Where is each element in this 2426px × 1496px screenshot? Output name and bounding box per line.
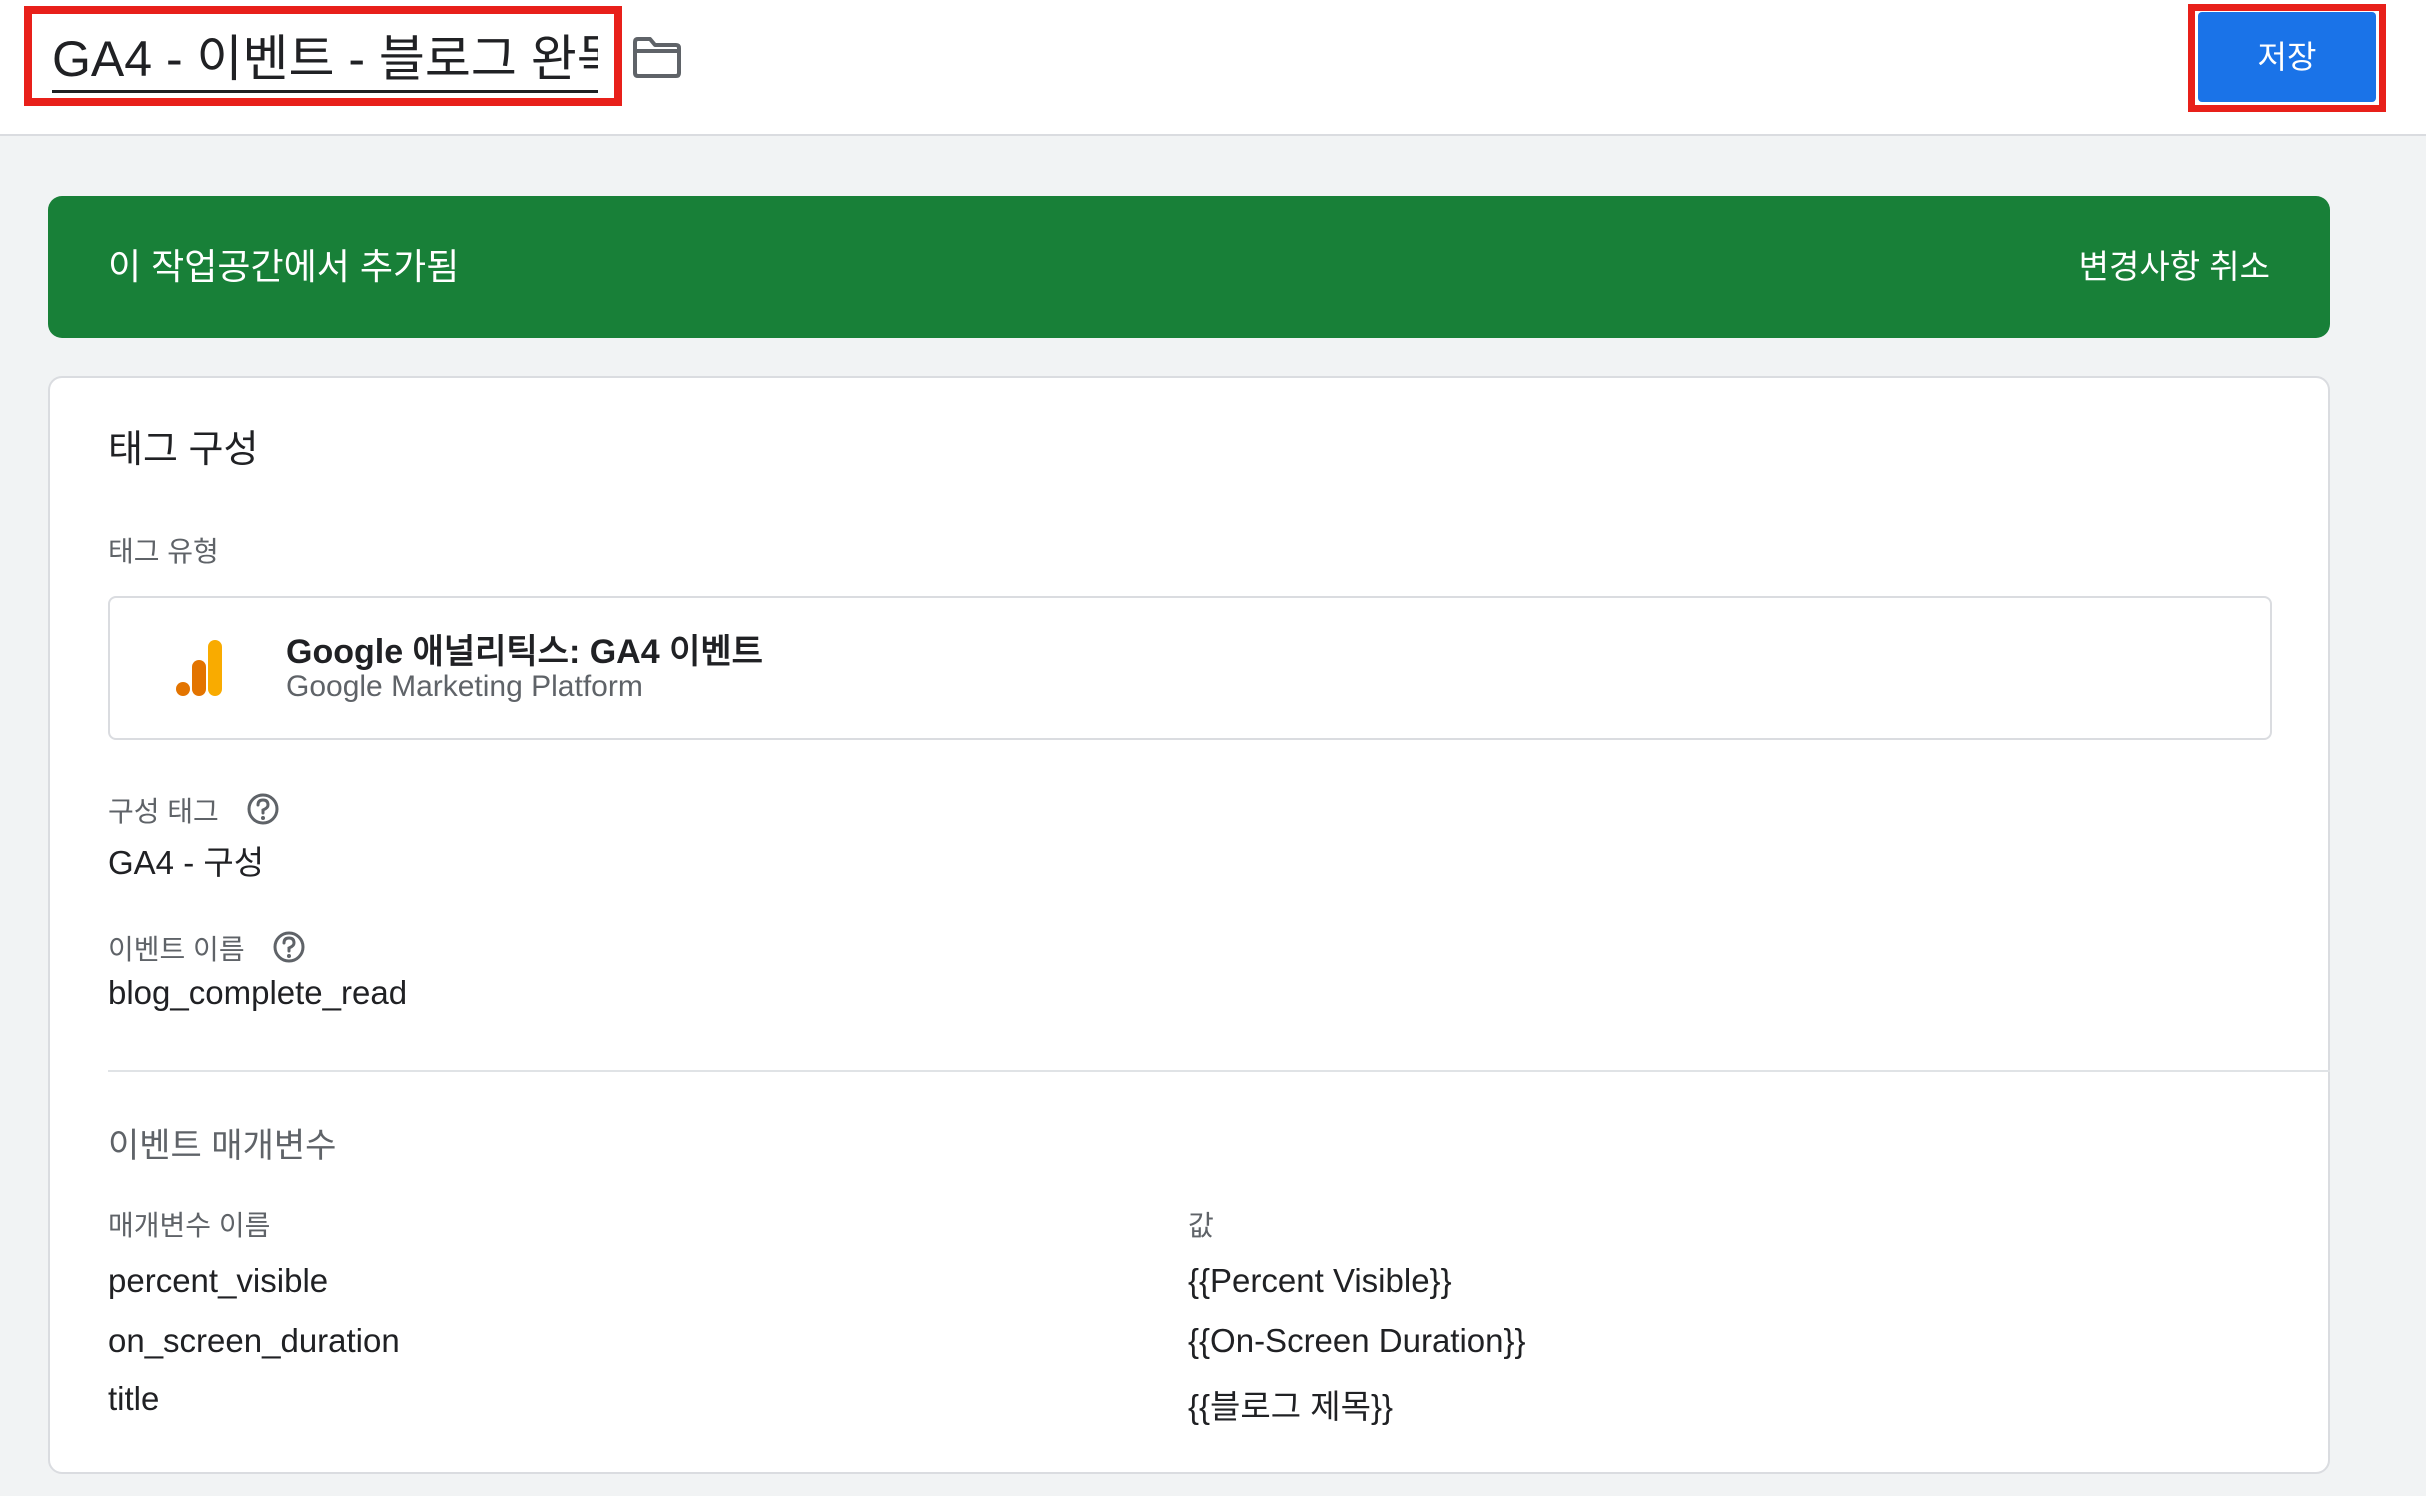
param-name-cell: title — [108, 1380, 160, 1417]
help-icon[interactable] — [272, 930, 306, 964]
event-params-title: 이벤트 매개변수 — [108, 1127, 337, 1165]
banner-message: 이 작업공간에서 추가됨 — [108, 246, 460, 287]
param-name-cell: percent_visible — [108, 1262, 329, 1299]
param-value-cell: {{블로그 제목}} — [1188, 1388, 1394, 1425]
editor-header: GA4 - 이벤트 - 블로그 완독 저장 — [0, 0, 2426, 136]
workspace-status-banner: 이 작업공간에서 추가됨 변경사항 취소 — [48, 196, 2330, 338]
param-value-header: 값 — [1188, 1210, 1214, 1241]
event-name-label: 이벤트 이름 — [108, 934, 245, 965]
section-divider — [108, 1070, 2330, 1072]
tag-name-highlight: GA4 - 이벤트 - 블로그 완독 — [24, 6, 622, 106]
folder-icon[interactable] — [632, 36, 682, 78]
config-tag-value[interactable]: GA4 - 구성 — [108, 836, 264, 884]
tag-type-label: 태그 유형 — [108, 536, 219, 567]
param-name-header: 매개변수 이름 — [108, 1210, 271, 1241]
save-button[interactable]: 저장 — [2198, 12, 2376, 102]
tag-configuration-card: 태그 구성 태그 유형 Google 애널리틱스: GA4 이벤트 Google… — [48, 376, 2330, 1474]
card-title: 태그 구성 — [108, 429, 259, 471]
analytics-bars-icon — [176, 640, 222, 696]
help-icon[interactable] — [246, 792, 280, 826]
param-value-cell: {{On-Screen Duration}} — [1188, 1322, 1526, 1359]
param-value-cell: {{Percent Visible}} — [1188, 1262, 1452, 1299]
tag-type-platform: Google Marketing Platform — [286, 670, 643, 703]
tag-type-selector[interactable]: Google 애널리틱스: GA4 이벤트 Google Marketing P… — [108, 596, 2272, 740]
param-name-cell: on_screen_duration — [108, 1322, 400, 1359]
discard-changes-link[interactable]: 변경사항 취소 — [2079, 196, 2270, 338]
tag-name-input[interactable]: GA4 - 이벤트 - 블로그 완독 — [52, 28, 598, 93]
event-name-value[interactable]: blog_complete_read — [108, 974, 407, 1012]
config-tag-label: 구성 태그 — [108, 796, 219, 827]
tag-type-name: Google 애널리틱스: GA4 이벤트 — [286, 633, 763, 671]
